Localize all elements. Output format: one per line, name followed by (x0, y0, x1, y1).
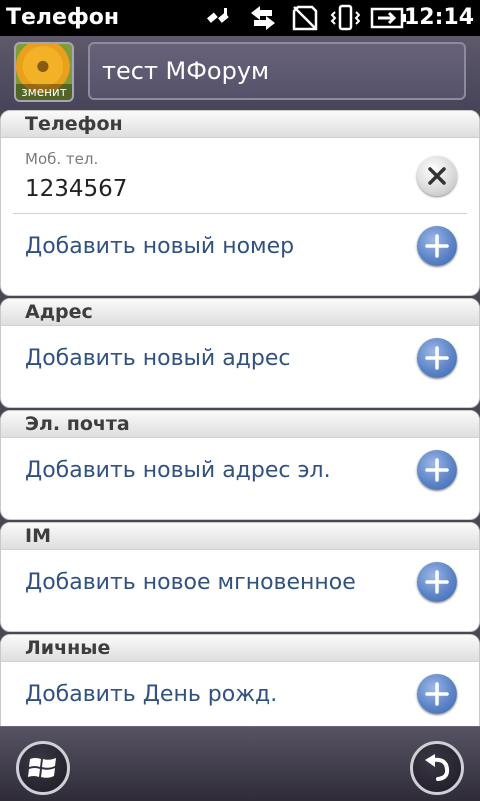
mobile-phone-row: Моб. тел. 1234567 (1, 138, 479, 214)
back-arrow-icon (425, 754, 450, 781)
phone-section-header: Телефон (1, 111, 479, 138)
contact-header: зменит тест МФорум (0, 36, 480, 108)
phone-section: Телефон Моб. тел. 1234567 Добавить новый… (0, 110, 480, 296)
contact-name: тест МФорум (102, 57, 270, 85)
remove-number-button[interactable] (417, 156, 457, 196)
add-number-label: Добавить новый номер (25, 234, 295, 259)
plus-icon (425, 234, 449, 258)
contact-avatar[interactable]: зменит (14, 42, 74, 102)
close-icon (428, 167, 446, 185)
contact-name-field[interactable]: тест МФорум (88, 42, 466, 100)
windows-logo-icon (28, 758, 56, 778)
add-email-label: Добавить новый адрес эл. (25, 458, 331, 483)
back-button[interactable] (410, 741, 464, 795)
address-section: Адрес Добавить новый адрес (0, 298, 480, 408)
status-app-title: Телефон (6, 5, 120, 30)
add-address-label: Добавить новый адрес (25, 346, 291, 371)
status-time: 12:14 (403, 5, 474, 30)
signal-off-icon (207, 8, 229, 23)
add-birthday-row[interactable]: Добавить День рожд. (1, 662, 479, 732)
add-im-label: Добавить новое мгновенное (25, 570, 356, 595)
bottom-bar (0, 726, 480, 801)
email-section-header: Эл. почта (1, 411, 479, 438)
im-section-header: IM (1, 523, 479, 550)
plus-icon (425, 570, 449, 594)
add-im-button[interactable] (417, 562, 457, 602)
no-sim-icon (292, 5, 318, 31)
email-section: Эл. почта Добавить новый адрес эл. (0, 410, 480, 520)
im-section: IM Добавить новое мгновенное (0, 522, 480, 632)
add-im-row[interactable]: Добавить новое мгновенное (1, 550, 479, 620)
add-number-row[interactable]: Добавить новый номер (1, 214, 479, 284)
add-birthday-button[interactable] (417, 674, 457, 714)
avatar-change-label: зменит (16, 84, 72, 100)
data-transfer-icon (251, 6, 275, 30)
start-button[interactable] (16, 741, 70, 795)
add-birthday-label: Добавить День рожд. (25, 682, 278, 707)
status-bar: Телефон 12:14 (0, 0, 480, 36)
mobile-phone-caption: Моб. тел. (25, 150, 99, 168)
personal-section-header: Личные (1, 635, 479, 662)
add-email-button[interactable] (417, 450, 457, 490)
plus-icon (425, 458, 449, 482)
address-section-header: Адрес (1, 299, 479, 326)
add-address-button[interactable] (417, 338, 457, 378)
plus-icon (425, 682, 449, 706)
add-number-button[interactable] (417, 226, 457, 266)
battery-charging-icon (370, 7, 406, 29)
mobile-phone-value[interactable]: 1234567 (25, 176, 127, 202)
add-email-row[interactable]: Добавить новый адрес эл. (1, 438, 479, 508)
add-address-row[interactable]: Добавить новый адрес (1, 326, 479, 396)
plus-icon (425, 346, 449, 370)
vibrate-icon (330, 4, 360, 31)
